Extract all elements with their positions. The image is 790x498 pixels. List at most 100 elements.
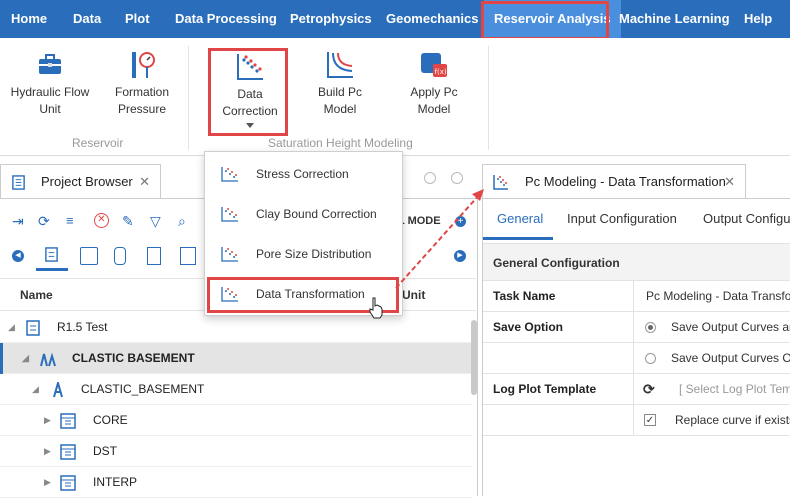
toolbox-icon [39, 54, 61, 74]
save-option-row: Save Option Save Output Curves an [483, 312, 790, 343]
hydraulic-flow-unit-button[interactable]: Hydraulic Flow Unit [8, 50, 92, 118]
close-icon[interactable]: ✕ [139, 165, 150, 199]
tab-general[interactable]: General [497, 199, 543, 239]
import-icon[interactable]: ⇥ [12, 213, 30, 231]
menu-home[interactable]: Home [11, 0, 47, 38]
sort-icon[interactable]: ≡ [66, 213, 84, 231]
refresh-icon[interactable] [424, 172, 436, 184]
save-option-radio-1[interactable] [645, 322, 656, 333]
reservoir-group-label: Reservoir [72, 136, 124, 150]
tree-row[interactable]: ▶ INTERP [0, 467, 472, 498]
expand-arrow-icon[interactable]: ▶ [44, 436, 51, 467]
panel-icon[interactable] [147, 247, 161, 265]
apply-pc-model-button[interactable]: f(x) Apply Pc Model [398, 50, 470, 118]
menu-machine-learning[interactable]: Machine Learning [619, 0, 730, 38]
column-divider [633, 374, 634, 404]
menu-data-processing[interactable]: Data Processing [175, 0, 277, 38]
pc-modeling-tab[interactable]: Pc Modeling - Data Transformation ✕ [482, 164, 746, 199]
menu-petrophysics[interactable]: Petrophysics [290, 0, 372, 38]
save-option-2-label: Save Output Curves Or [671, 351, 790, 365]
column-divider [633, 343, 634, 373]
task-name-row: Task Name Pc Modeling - Data Transfor [483, 281, 790, 312]
scrollbar[interactable] [471, 320, 477, 395]
collapse-arrow-icon[interactable]: ◢ [32, 374, 39, 405]
menu-item-pore-size-distribution[interactable]: Pore Size Distribution [205, 234, 402, 274]
task-name-input[interactable]: Pc Modeling - Data Transfor [646, 281, 790, 312]
collapse-arrow-icon[interactable]: ◢ [8, 312, 15, 343]
replace-curve-checkbox[interactable]: ✓ [644, 414, 656, 426]
cylinder-icon[interactable] [114, 247, 126, 265]
menu-geomechanics[interactable]: Geomechanics [386, 0, 479, 38]
pressure-gauge-icon [132, 52, 155, 78]
tree-row[interactable]: ◢ CLASTIC_BASEMENT [0, 374, 472, 405]
well-icon [53, 382, 63, 398]
tree-label: CORE [93, 413, 128, 427]
dashed-arrow-connector [395, 189, 484, 289]
menu-item-stress-correction[interactable]: Stress Correction [205, 154, 402, 194]
formation-pressure-button[interactable]: Formation Pressure [106, 50, 178, 118]
close-circle-icon[interactable] [451, 172, 463, 184]
refresh-icon[interactable]: ⟳ [643, 374, 655, 405]
tree-row[interactable]: ▶ DST [0, 436, 472, 467]
tree-row[interactable]: ▶ CORE [0, 405, 472, 436]
log-plot-row: Log Plot Template ⟳ [ Select Log Plot Te… [483, 374, 790, 405]
pc-modeling-tab-label: Pc Modeling - Data Transformation [525, 174, 726, 189]
scatter-chart-icon [493, 175, 508, 190]
dataset-icon [60, 444, 76, 460]
grid-icon[interactable] [180, 247, 196, 265]
menu-data[interactable]: Data [73, 0, 101, 38]
tab-input-configuration[interactable]: Input Configuration [567, 199, 677, 239]
section-header: General Configuration [483, 243, 790, 281]
tree-label: R1.5 Test [57, 320, 108, 334]
pc-modeling-panel: General Input Configuration Output Confi… [482, 198, 790, 496]
scatter-chart-icon [221, 247, 238, 262]
menu-item-clay-bound-correction[interactable]: Clay Bound Correction [205, 194, 402, 234]
view-list-tab[interactable] [36, 241, 68, 271]
column-name-header[interactable]: Name [20, 288, 53, 302]
tab-output-configuration[interactable]: Output Configu [703, 199, 790, 239]
tree-row[interactable]: ◢ R1.5 Test [0, 312, 472, 343]
menu-item-label: Clay Bound Correction [256, 207, 377, 221]
save-option-1-label: Save Output Curves an [671, 320, 790, 334]
build-pc-model-button[interactable]: Build Pc Model [304, 50, 376, 118]
pc-curves-icon [327, 52, 353, 78]
data-correction-highlight-box [208, 48, 288, 136]
close-icon[interactable]: ✕ [724, 165, 735, 199]
dataset-icon [60, 475, 76, 491]
replace-curve-row: ✓ Replace curve if exists [483, 405, 790, 436]
project-icon [26, 320, 40, 336]
tree-label: CLASTIC BASEMENT [72, 351, 195, 365]
ribbon-separator [488, 46, 489, 150]
save-option-radio-2[interactable] [645, 353, 656, 364]
tree-row[interactable]: ◢ CLASTIC BASEMENT [0, 343, 472, 374]
menubar: Home Data Plot Data Processing Petrophys… [0, 0, 790, 38]
scatter-chart-icon [221, 167, 238, 182]
dataset-icon [60, 413, 76, 429]
function-icon: f(x) [421, 53, 447, 77]
menu-help[interactable]: Help [744, 0, 772, 38]
build-pc-model-label: Build Pc Model [317, 85, 363, 116]
expand-arrow-icon[interactable]: ▶ [44, 405, 51, 436]
filter-icon[interactable]: ▽ [150, 213, 168, 231]
expand-arrow-icon[interactable]: ▶ [44, 467, 51, 498]
task-name-label: Task Name [493, 289, 556, 303]
menu-plot[interactable]: Plot [125, 0, 150, 38]
edit-icon[interactable]: ✎ [122, 213, 140, 231]
tree-label: CLASTIC_BASEMENT [81, 382, 205, 396]
ribbon: Hydraulic Flow Unit Formation Pressure R… [0, 38, 790, 156]
delete-icon[interactable]: ✕ [94, 213, 112, 231]
scroll-left-icon[interactable]: ◀ [12, 250, 24, 262]
hand-cursor-icon [369, 297, 383, 319]
sync-icon[interactable]: ⟳ [38, 213, 56, 231]
dataset-view-icon[interactable] [80, 247, 98, 265]
search-icon[interactable]: ⌕ [178, 213, 196, 231]
formation-pressure-label: Formation Pressure [114, 85, 170, 116]
active-tab-underline [483, 237, 553, 240]
log-plot-select[interactable]: [ Select Log Plot Tem [679, 374, 790, 405]
project-browser-tab[interactable]: Project Browser ✕ [0, 164, 161, 199]
column-divider [633, 281, 634, 311]
log-plot-label: Log Plot Template [493, 382, 597, 396]
menu-item-label: Stress Correction [256, 167, 349, 181]
collapse-arrow-icon[interactable]: ◢ [22, 343, 29, 374]
hydraulic-flow-unit-label: Hydraulic Flow Unit [10, 85, 90, 116]
